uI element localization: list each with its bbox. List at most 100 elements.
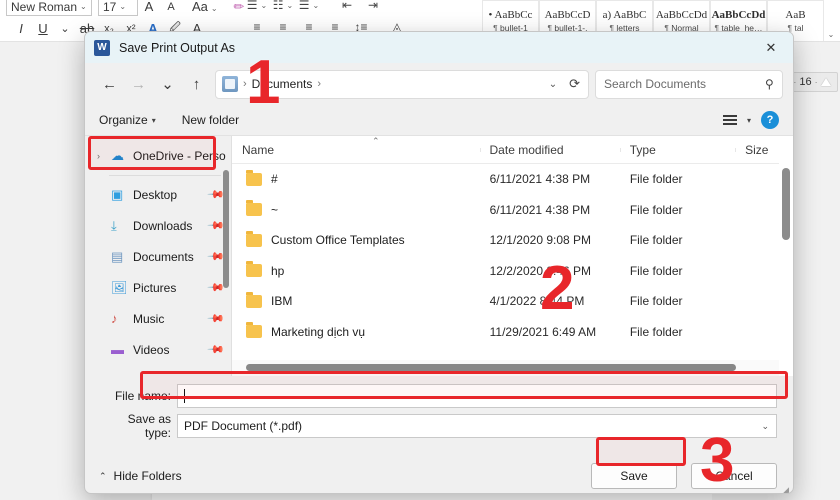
chevron-down-icon[interactable]: ⌄ [761, 391, 769, 402]
view-list-icon[interactable] [722, 115, 737, 125]
sidebar-item-pictures[interactable]: 🖼 Pictures 📌 [85, 272, 231, 303]
zoom-spinner-value: 16 [799, 76, 812, 88]
command-bar: Organize ▾ New folder ▾ ? [85, 105, 793, 136]
sidebar-item-videos[interactable]: ▬ Videos 📌 [85, 334, 231, 365]
new-folder-button[interactable]: New folder [182, 113, 239, 127]
up-button[interactable]: ↑ [182, 70, 211, 99]
organize-label: Organize [99, 113, 148, 127]
font-size-box[interactable]: 17 ⌄ [98, 0, 138, 16]
table-row[interactable]: IBM 4/1/2022 8:44 PM File folder [232, 286, 793, 317]
bullets-icon[interactable]: ☰ ⌄ [245, 0, 269, 14]
sidebar-item-documents[interactable]: ▤ Documents 📌 [85, 241, 231, 272]
sidebar-item-label: Music [133, 311, 165, 326]
text-cursor [184, 389, 185, 403]
save-button[interactable]: Save [591, 463, 677, 489]
font-shrink-icon[interactable]: A [160, 1, 182, 13]
type-cell: File folder [629, 233, 683, 248]
column-header-date-modified[interactable]: Date modified [479, 143, 620, 157]
column-headers: Name Date modified Type Size ⌃ [232, 136, 793, 164]
file-name-cell: Marketing dịch vụ [232, 322, 480, 339]
folder-icon [246, 322, 262, 339]
file-name-text: Marketing dịch vụ [271, 324, 366, 339]
sidebar-divider [109, 175, 221, 176]
horizontal-scrollbar-thumb[interactable] [246, 364, 736, 371]
column-header-name[interactable]: Name [232, 143, 480, 157]
expander-icon[interactable]: › [97, 151, 111, 161]
increase-indent-icon[interactable]: ⇥ [361, 0, 385, 14]
sort-ascending-icon: ⌃ [372, 136, 380, 146]
breadcrumb-separator: › [317, 78, 322, 90]
file-name-row: File name: ⌄ [101, 384, 777, 408]
sidebar-item-label: Downloads [133, 218, 193, 233]
save-as-type-select[interactable]: PDF Document (*.pdf) ⌄ [177, 414, 777, 438]
table-row[interactable]: # 6/11/2021 4:38 PM File folder [232, 164, 793, 195]
desktop-icon: ▣ [111, 186, 124, 202]
underline-icon[interactable]: U [32, 21, 54, 36]
organize-button[interactable]: Organize ▾ [99, 113, 156, 127]
sidebar-item-music[interactable]: ♪ Music 📌 [85, 303, 231, 334]
table-row[interactable]: Marketing dịch vụ 11/29/2021 6:49 AM Fil… [232, 317, 793, 348]
table-row[interactable]: Custom Office Templates 12/1/2020 9:08 P… [232, 225, 793, 256]
search-box[interactable]: ⚲ [595, 69, 783, 99]
horizontal-scrollbar[interactable] [232, 360, 779, 376]
save-as-type-value: PDF Document (*.pdf) [184, 419, 303, 433]
styles-more-icon[interactable]: ⌄ [824, 0, 838, 41]
file-name-text: ~ [271, 202, 279, 217]
file-name-cell: # [232, 169, 480, 186]
sidebar-item-label: Videos [133, 342, 170, 357]
view-chevron-down-icon[interactable]: ▾ [747, 116, 751, 125]
refresh-icon[interactable]: ⟳ [569, 76, 580, 92]
sidebar-item-label: OneDrive - Perso [133, 148, 226, 163]
dialog-title-bar: W Save Print Output As ✕ [85, 32, 793, 63]
table-row[interactable]: ~ 6/11/2021 4:38 PM File folder [232, 195, 793, 226]
hide-folders-button[interactable]: ⌃ Hide Folders [99, 469, 182, 483]
pin-icon[interactable]: 📌 [207, 340, 226, 359]
vertical-scrollbar[interactable] [779, 136, 793, 376]
multilevel-list-icon[interactable]: ☰ ⌄ [297, 0, 321, 14]
table-row[interactable]: hp 12/2/2020 8:46 PM File folder [232, 256, 793, 287]
folder-icon [246, 230, 262, 247]
dialog-form: File name: ⌄ Save as type: PDF Document … [85, 376, 793, 440]
search-input[interactable] [604, 77, 766, 91]
documents-folder-icon [222, 76, 238, 92]
column-header-type[interactable]: Type [619, 143, 735, 157]
annotation-step-3: 3 [700, 426, 735, 495]
file-name-cell: IBM [232, 291, 480, 308]
chevron-down-icon: ⌄ [80, 2, 87, 11]
recent-locations-button[interactable]: ⌄ [153, 70, 182, 99]
vertical-scrollbar-thumb[interactable] [782, 168, 790, 240]
address-dropdown-icon[interactable]: ⌄ [549, 79, 557, 90]
chevron-down-icon: ▾ [151, 115, 156, 125]
resize-grip-icon[interactable]: ◢ [782, 485, 789, 493]
help-icon[interactable]: ? [761, 111, 779, 129]
file-name-text: hp [271, 263, 285, 278]
word-app-icon: W [94, 39, 110, 56]
date-modified-cell: 11/29/2021 6:49 AM [489, 324, 597, 339]
italic-icon[interactable]: I [10, 21, 32, 36]
folder-icon [246, 200, 262, 217]
type-cell: File folder [629, 324, 683, 339]
numbering-icon[interactable]: ☷ ⌄ [271, 0, 295, 14]
file-name-input[interactable]: ⌄ [177, 384, 777, 408]
style-preview: AaBbCcDd [655, 9, 708, 21]
close-icon[interactable]: ✕ [749, 32, 793, 63]
sidebar-item-downloads[interactable]: ⤓ Downloads 📌 [85, 210, 231, 241]
underline-options-icon[interactable]: ⌄ [54, 22, 76, 35]
change-case-icon[interactable]: Aa ⌄ [192, 0, 218, 14]
font-name-box[interactable]: New Roman ⌄ [6, 0, 92, 16]
decrease-indent-icon[interactable]: ⇤ [335, 0, 359, 14]
chevron-down-icon[interactable]: ⌄ [761, 421, 769, 432]
style-preview: AaB [785, 9, 806, 21]
file-list: Name Date modified Type Size ⌃ # 6/11/20… [231, 136, 793, 376]
documents-icon: ▤ [111, 248, 124, 264]
music-icon: ♪ [111, 311, 118, 326]
sidebar-scrollbar[interactable] [223, 170, 229, 288]
sidebar-item-desktop[interactable]: ▣ Desktop 📌 [85, 179, 231, 210]
onedrive-cloud-icon: ☁ [111, 147, 124, 163]
sidebar-item-onedrive[interactable]: › ☁ OneDrive - Perso [85, 140, 231, 171]
pin-icon[interactable]: 📌 [207, 309, 226, 328]
back-button[interactable]: ← [95, 70, 124, 99]
forward-button[interactable]: → [124, 70, 153, 99]
screenshot-root: New Roman ⌄ 17 ⌄ A A Aa ⌄ ✏ I U ⌄ ab x₂ … [0, 0, 840, 500]
font-grow-icon[interactable]: A [138, 0, 160, 14]
